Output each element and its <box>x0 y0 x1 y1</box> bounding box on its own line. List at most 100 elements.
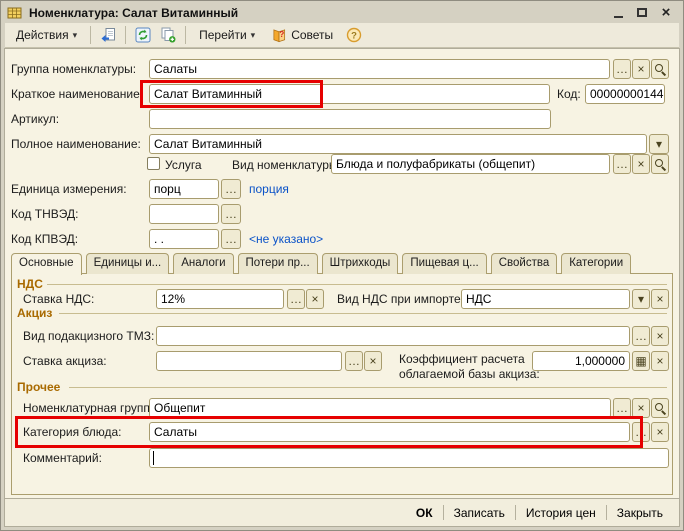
short-name-label: Краткое наименование: <box>11 87 143 101</box>
svg-text:?: ? <box>351 31 357 42</box>
nom-type-ellipsis-button[interactable]: … <box>613 154 631 174</box>
actions-button[interactable]: Действия ▾ <box>9 25 84 46</box>
other-section-title: Прочее <box>17 380 60 394</box>
text-cursor <box>153 451 154 465</box>
kpved-ellipsis-button[interactable]: … <box>221 229 241 249</box>
unit-hint-link[interactable]: порция <box>249 182 289 196</box>
nom-group-clear-button[interactable]: × <box>632 398 650 418</box>
tab-analogs[interactable]: Аналоги <box>173 253 233 274</box>
excise-type-ellipsis-button[interactable]: … <box>632 326 650 346</box>
kpved-label: Код КПВЭД: <box>11 232 78 246</box>
group-clear-button[interactable]: × <box>632 59 650 79</box>
nom-type-search-button[interactable] <box>651 154 669 174</box>
vat-rate-clear-button[interactable]: × <box>306 289 324 309</box>
code-label: Код: <box>557 87 581 101</box>
chevron-down-icon: ▾ <box>251 30 256 41</box>
window-controls: × <box>610 5 680 20</box>
copy-button[interactable] <box>157 25 179 46</box>
close-icon[interactable]: × <box>658 5 674 20</box>
excise-type-clear-button[interactable]: × <box>651 326 669 346</box>
tab-main[interactable]: Основные <box>11 253 82 275</box>
full-name-dropdown-button[interactable]: ▾ <box>649 134 669 154</box>
import-vat-clear-button[interactable]: × <box>651 289 669 309</box>
excise-rate-label: Ставка акциза: <box>23 354 107 368</box>
excise-rate-field[interactable] <box>156 351 342 371</box>
footer-button-bar: ОК Записать История цен Закрыть <box>5 498 679 526</box>
import-vat-dropdown-button[interactable]: ▾ <box>632 289 650 309</box>
goto-label: Перейти <box>199 28 247 42</box>
tab-units[interactable]: Единицы и... <box>86 253 170 274</box>
group-search-button[interactable] <box>651 59 669 79</box>
group-label: Группа номенклатуры: <box>11 62 136 76</box>
tips-button[interactable]: ? Советы <box>265 25 340 46</box>
copy-add-icon <box>160 27 176 43</box>
goto-button[interactable]: Перейти ▾ <box>192 25 262 46</box>
refresh-icon <box>135 27 151 43</box>
group-ellipsis-button[interactable]: … <box>613 59 631 79</box>
kpved-field[interactable]: . . <box>149 229 219 249</box>
excise-rate-ellipsis-button[interactable]: … <box>345 351 363 371</box>
nom-group-search-button[interactable] <box>651 398 669 418</box>
dish-category-ellipsis-button[interactable]: … <box>632 422 650 442</box>
help-button[interactable]: ? <box>343 25 365 46</box>
vat-section-title: НДС <box>17 277 43 291</box>
svg-text:?: ? <box>280 29 285 38</box>
import-vat-field[interactable]: НДС <box>461 289 630 309</box>
tnved-field[interactable] <box>149 204 219 224</box>
advice-book-icon: ? <box>272 28 287 43</box>
toolbar-separator <box>90 26 91 44</box>
close-button[interactable]: Закрыть <box>607 503 673 523</box>
tnved-ellipsis-button[interactable]: … <box>221 204 241 224</box>
tnved-label: Код ТНВЭД: <box>11 207 78 221</box>
full-name-field[interactable]: Салат Витаминный <box>149 134 647 154</box>
price-history-button[interactable]: История цен <box>516 503 606 523</box>
nom-type-label: Вид номенклатуры: <box>232 158 341 172</box>
unit-label: Единица измерения: <box>11 182 127 196</box>
coef-label-line2: облагаемой базы акциза: <box>399 367 540 381</box>
article-label: Артикул: <box>11 112 59 126</box>
excise-type-field[interactable] <box>156 326 630 346</box>
tab-barcodes[interactable]: Штрихкоды <box>322 253 399 274</box>
coef-field[interactable]: 1,000000 <box>532 351 630 371</box>
tab-categories[interactable]: Категории <box>561 253 631 274</box>
toolbar-separator <box>125 26 126 44</box>
tab-losses[interactable]: Потери пр... <box>238 253 318 274</box>
nom-group-field[interactable]: Общепит <box>149 398 611 418</box>
article-field[interactable] <box>149 109 551 129</box>
full-name-label: Полное наименование: <box>11 137 141 151</box>
nom-type-clear-button[interactable]: × <box>632 154 650 174</box>
nom-type-field[interactable]: Блюда и полуфабрикаты (общепит) <box>331 154 610 174</box>
dish-category-clear-button[interactable]: × <box>651 422 669 442</box>
comment-field[interactable] <box>149 448 669 468</box>
unit-ellipsis-button[interactable]: … <box>221 179 241 199</box>
excise-section-title: Акциз <box>17 306 52 320</box>
maximize-icon[interactable] <box>634 5 650 20</box>
unit-field[interactable]: порц <box>149 179 219 199</box>
section-divider <box>59 313 667 314</box>
vat-rate-field[interactable]: 12% <box>156 289 284 309</box>
excise-rate-clear-button[interactable]: × <box>364 351 382 371</box>
tab-nutrition[interactable]: Пищевая ц... <box>402 253 486 274</box>
group-field[interactable]: Салаты <box>149 59 610 79</box>
service-checkbox[interactable] <box>147 157 160 170</box>
coef-calc-button[interactable]: ▦ <box>632 351 650 371</box>
vat-rate-ellipsis-button[interactable]: … <box>287 289 305 309</box>
nomenclature-window: Номенклатура: Салат Витаминный × Действи… <box>0 0 684 531</box>
save-button[interactable]: Записать <box>444 503 515 523</box>
nom-group-label: Номенклатурная группа: <box>23 401 160 415</box>
dish-category-field[interactable]: Салаты <box>149 422 630 442</box>
coef-clear-button[interactable]: × <box>651 351 669 371</box>
write-button[interactable] <box>97 25 119 46</box>
nom-group-ellipsis-button[interactable]: … <box>613 398 631 418</box>
kpved-hint-link[interactable]: <не указано> <box>249 232 323 246</box>
code-field[interactable]: 00000000144 <box>585 84 665 104</box>
tips-label: Советы <box>291 28 333 42</box>
tab-properties[interactable]: Свойства <box>491 253 558 274</box>
minimize-icon[interactable] <box>610 5 626 20</box>
reread-button[interactable] <box>132 25 154 46</box>
ok-button[interactable]: ОК <box>406 503 443 523</box>
excise-type-label: Вид подакцизного ТМЗ: <box>23 329 154 343</box>
chevron-down-icon: ▾ <box>73 30 78 41</box>
short-name-field[interactable]: Салат Витаминный <box>149 84 550 104</box>
coef-label-line1: Коэффициент расчета <box>399 352 525 366</box>
